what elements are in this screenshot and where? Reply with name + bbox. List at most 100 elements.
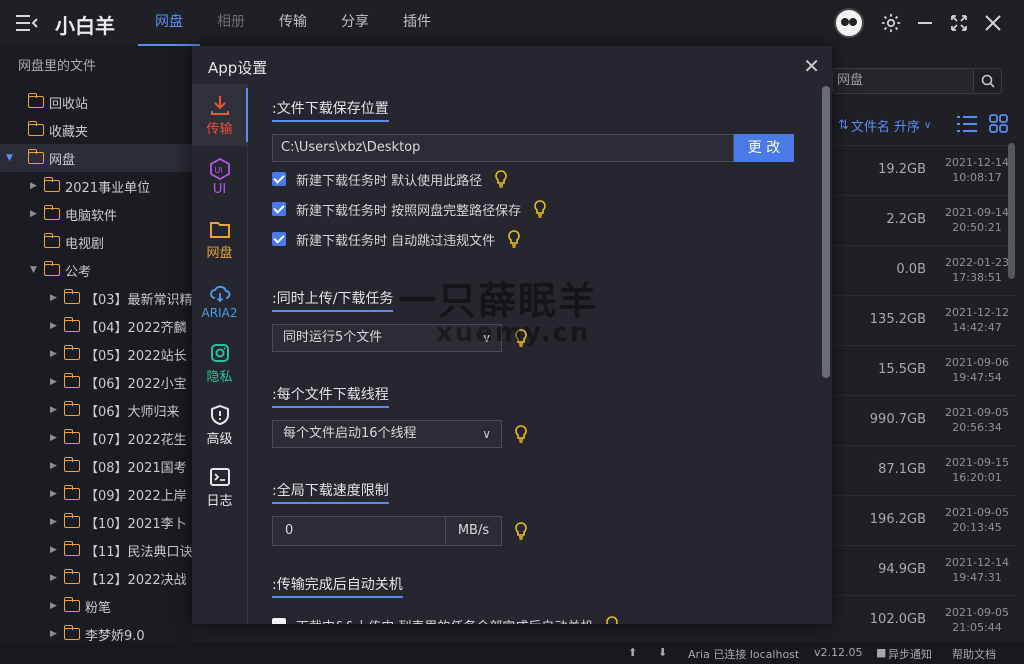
async-notify-link[interactable]: 异步通知: [888, 646, 932, 662]
chevron-right-icon[interactable]: ▶: [50, 293, 64, 303]
grid-view-icon[interactable]: [988, 114, 1010, 134]
chevron-right-icon[interactable]: ▶: [50, 629, 64, 639]
nav-item-ui[interactable]: UI UI: [192, 146, 247, 208]
table-row[interactable]: 15.5GB 2021-09-06 19:47:54: [832, 345, 1016, 395]
minimize-icon[interactable]: [908, 8, 942, 38]
camera-icon: [210, 343, 229, 362]
tab-plugins[interactable]: 插件: [386, 0, 448, 46]
tree-item[interactable]: ▶ 【05】2022站长: [0, 340, 192, 368]
chevron-right-icon[interactable]: ▶: [50, 573, 64, 583]
search-input[interactable]: 网盘: [832, 68, 974, 94]
sidebar-item-recycle[interactable]: 回收站: [0, 88, 192, 116]
tree-item[interactable]: ▼ 公考: [0, 256, 192, 284]
aria-status: Aria 已连接 localhost: [688, 648, 800, 661]
table-row[interactable]: 87.1GB 2021-09-15 16:20:01: [832, 445, 1016, 495]
folder-icon: [43, 261, 60, 276]
sidebar-item-favorites[interactable]: 收藏夹: [0, 116, 192, 144]
chevron-right-icon[interactable]: ▶: [50, 377, 64, 387]
tree-item[interactable]: ▶ 【06】2022小宝: [0, 368, 192, 396]
checkbox-default-path[interactable]: [272, 172, 286, 186]
tree-item[interactable]: 电视剧: [0, 228, 192, 256]
tab-album[interactable]: 相册: [200, 0, 262, 46]
table-row[interactable]: 102.0GB 2021-09-05 21:05:44: [832, 595, 1016, 645]
tree-item[interactable]: ▶ 【11】民法典口诀: [0, 536, 193, 564]
help-docs-link[interactable]: 帮助文档: [952, 646, 996, 662]
lightbulb-icon[interactable]: [605, 616, 619, 624]
tree-item[interactable]: ▶ 【12】2022决战: [0, 564, 192, 592]
table-row[interactable]: 19.2GB 2021-12-14 10:08:17: [832, 145, 1016, 195]
threads-select[interactable]: 每个文件启动16个线程 ∨: [272, 420, 502, 448]
nav-item-privacy[interactable]: 隐私: [192, 332, 247, 394]
tree-item[interactable]: ▶ 【10】2021李卜: [0, 508, 192, 536]
file-list-scrollbar[interactable]: [1008, 143, 1015, 279]
chevron-right-icon[interactable]: ▶: [30, 209, 44, 219]
notification-icon: ■: [876, 646, 887, 659]
sidebar-header: 网盘里的文件: [18, 59, 97, 74]
lightbulb-icon[interactable]: [514, 522, 528, 540]
tree-item[interactable]: ▶ 【06】大师归来: [0, 396, 192, 424]
table-row[interactable]: 196.2GB 2021-09-05 20:13:45: [832, 495, 1016, 545]
table-row[interactable]: 94.9GB 2021-12-14 19:47:31: [832, 545, 1016, 595]
tree-item[interactable]: ▶ 【07】2022花生: [0, 424, 192, 452]
tab-share[interactable]: 分享: [324, 0, 386, 46]
change-path-button[interactable]: 更 改: [734, 134, 794, 162]
tab-drive[interactable]: 网盘: [138, 0, 200, 46]
chevron-down-icon[interactable]: ▼: [30, 265, 44, 275]
lightbulb-icon[interactable]: [514, 425, 528, 443]
maximize-icon[interactable]: [942, 8, 976, 38]
lightbulb-icon[interactable]: [533, 200, 547, 218]
table-row[interactable]: 135.2GB 2021-12-12 14:42:47: [832, 295, 1016, 345]
save-path-input[interactable]: C:\Users\xbz\Desktop: [272, 134, 734, 162]
close-icon[interactable]: ✕: [803, 54, 820, 78]
section-title: :传输完成后自动关机: [272, 574, 403, 598]
chevron-right-icon[interactable]: ▶: [50, 545, 64, 555]
close-icon[interactable]: [976, 8, 1010, 38]
upload-icon[interactable]: ⬆: [628, 646, 637, 659]
table-row[interactable]: 2.2GB 2021-09-14 20:50:21: [832, 195, 1016, 245]
checkbox-skip-violations[interactable]: [272, 232, 286, 246]
checkbox-full-path[interactable]: [272, 202, 286, 216]
nav-item-drive[interactable]: 网盘: [192, 208, 247, 270]
settings-gear-icon[interactable]: [874, 8, 908, 38]
chevron-right-icon[interactable]: ▶: [50, 349, 64, 359]
chevron-down-icon: ∨: [482, 427, 491, 441]
sort-button[interactable]: ⇅ 文件名 升序 ∨: [838, 114, 931, 136]
nav-item-transfer[interactable]: 传输: [192, 84, 248, 146]
tree-item[interactable]: ▶ 【09】2022上岸: [0, 480, 192, 508]
chevron-right-icon[interactable]: ▶: [50, 321, 64, 331]
nav-item-logs[interactable]: 日志: [192, 456, 247, 518]
chevron-down-icon[interactable]: ▼: [6, 153, 20, 163]
list-view-icon[interactable]: [956, 114, 978, 134]
tab-transfer[interactable]: 传输: [262, 0, 324, 46]
chevron-right-icon[interactable]: ▶: [50, 461, 64, 471]
tree-item[interactable]: ▶ 【03】最新常识精: [0, 284, 193, 312]
section-shutdown: :传输完成后自动关机 下载中&&上传中 列表里的任务全部完成后自动关机: [272, 574, 619, 624]
lightbulb-icon[interactable]: [507, 230, 521, 248]
folder-icon: [43, 205, 60, 220]
tree-item[interactable]: ▶ 【08】2021国考: [0, 452, 192, 480]
download-icon[interactable]: ⬇: [658, 646, 667, 659]
section-title: :每个文件下载线程: [272, 384, 389, 408]
table-row[interactable]: 0.0B 2022-01-23 17:38:51: [832, 245, 1016, 295]
nav-item-aria2[interactable]: ARIA2: [192, 270, 247, 332]
chevron-right-icon[interactable]: ▶: [30, 181, 44, 191]
tree-item[interactable]: ▶ 【04】2022齐麟: [0, 312, 192, 340]
chevron-right-icon[interactable]: ▶: [50, 517, 64, 527]
tree-item[interactable]: ▶ 电脑软件: [0, 200, 192, 228]
chevron-right-icon[interactable]: ▶: [50, 489, 64, 499]
search-icon[interactable]: [974, 68, 1002, 94]
checkbox-auto-shutdown[interactable]: [272, 618, 286, 624]
dialog-scrollbar[interactable]: [822, 86, 830, 378]
chevron-right-icon[interactable]: ▶: [50, 405, 64, 415]
lightbulb-icon[interactable]: [494, 170, 508, 188]
chevron-right-icon[interactable]: ▶: [50, 601, 64, 611]
speed-limit-input[interactable]: 0: [272, 516, 446, 546]
menu-icon[interactable]: [14, 13, 38, 33]
sidebar-item-drive[interactable]: ▼ 网盘: [0, 144, 192, 172]
chevron-right-icon[interactable]: ▶: [50, 433, 64, 443]
nav-item-advanced[interactable]: 高级: [192, 394, 247, 456]
avatar[interactable]: [834, 8, 864, 38]
tree-item[interactable]: ▶ 2021事业单位: [0, 172, 192, 200]
table-row[interactable]: 990.7GB 2021-09-05 20:56:34: [832, 395, 1016, 445]
tree-item[interactable]: ▶ 粉笔: [0, 592, 192, 620]
